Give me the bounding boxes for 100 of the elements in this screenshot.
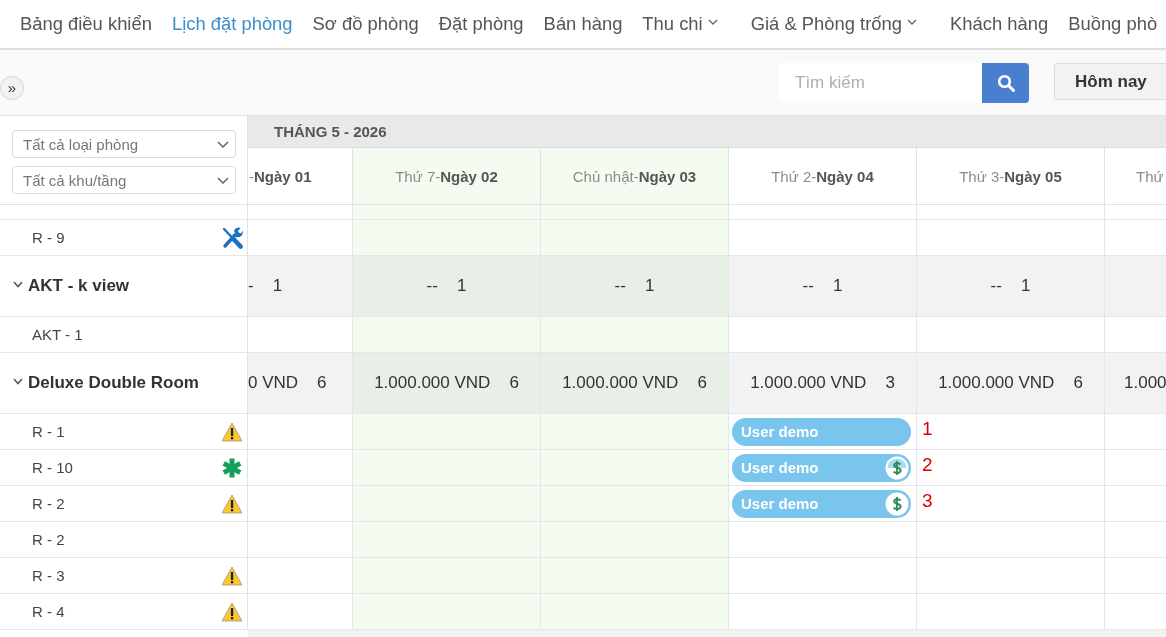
caret-icon (217, 140, 229, 148)
calendar-cell[interactable] (729, 558, 917, 593)
calendar-cell[interactable] (917, 220, 1105, 255)
nav-tab[interactable]: Bảng điều khiển (14, 0, 158, 48)
calendar-cell[interactable] (248, 205, 353, 219)
dollar-icon (885, 455, 909, 480)
calendar-cell[interactable] (1105, 558, 1166, 593)
search-field[interactable]: Tìm kiếm (779, 63, 982, 103)
calendar-cell[interactable] (541, 317, 729, 352)
nav-tab[interactable]: Thu chi (636, 0, 737, 48)
warning-icon (221, 493, 243, 514)
room-count: 1 (272, 276, 283, 296)
calendar-cell[interactable] (1105, 414, 1166, 449)
calendar-cell[interactable] (248, 317, 353, 352)
room-type-name: AKT - k view (28, 276, 130, 296)
today-button[interactable]: Hôm nay (1054, 63, 1166, 100)
price-text: -- (802, 276, 814, 296)
calendar-cell[interactable] (917, 205, 1105, 219)
calendar-cell[interactable] (248, 486, 353, 521)
warning-icon (221, 565, 243, 586)
room-name: R - 10 (32, 459, 73, 476)
dollar-icon (885, 491, 909, 516)
calendar-cell[interactable] (1105, 220, 1166, 255)
price-text: - (248, 276, 254, 296)
calendar-cell[interactable] (541, 450, 729, 485)
calendar-cell[interactable] (541, 594, 729, 629)
calendar-cell[interactable] (353, 558, 541, 593)
room-count: 1 (456, 276, 467, 296)
nav-tab[interactable]: Bán hàng (537, 0, 629, 48)
nav-tab[interactable]: Khách hàng (944, 0, 1055, 48)
price-text: 0 VND (248, 373, 299, 393)
calendar-cell[interactable] (353, 522, 541, 557)
nav-tab[interactable]: Giá & Phòng trống (744, 0, 936, 48)
calendar-cell[interactable] (729, 220, 917, 255)
search-icon (996, 74, 1015, 92)
calendar-cell[interactable] (248, 450, 353, 485)
calendar-cell[interactable] (248, 414, 353, 449)
calendar-cell[interactable] (541, 486, 729, 521)
room-name: R - 1 (32, 423, 65, 440)
calendar-cell[interactable] (1105, 486, 1166, 521)
room-count: 6 (697, 373, 707, 393)
calendar-cell[interactable] (917, 558, 1105, 593)
calendar-cell[interactable] (541, 414, 729, 449)
calendar-cell[interactable] (353, 450, 541, 485)
day-header: Chủ nhật-Ngày 03 (541, 148, 729, 204)
calendar-cell[interactable] (917, 522, 1105, 557)
calendar-cell[interactable] (729, 594, 917, 629)
nav-tab[interactable]: Đặt phòng (432, 0, 530, 48)
wrench-screwdriver-icon (221, 225, 243, 250)
calendar-cell[interactable] (541, 205, 729, 219)
filter-select[interactable]: Tất cả loại phòng (12, 130, 236, 158)
price-text: 1.000.000 VND (938, 373, 1055, 393)
calendar-cell[interactable] (1105, 522, 1166, 557)
filter-select[interactable]: Tất cả khu/tầng (12, 166, 236, 194)
calendar-cell[interactable] (1105, 205, 1166, 219)
calendar-cell[interactable] (917, 486, 1105, 521)
calendar-cell[interactable] (353, 317, 541, 352)
calendar-cell[interactable] (541, 522, 729, 557)
room-count: 6 (1073, 373, 1083, 393)
price-text: -- (990, 276, 1002, 296)
caret-icon (217, 176, 229, 184)
nav-tab[interactable]: Sơ đồ phòng (306, 0, 425, 48)
calendar-cell[interactable] (729, 317, 917, 352)
calendar-cell[interactable] (917, 414, 1105, 449)
room-name: R - 4 (32, 603, 65, 620)
asterisk-icon (221, 456, 243, 479)
calendar-cell[interactable] (353, 414, 541, 449)
room-count: 1 (644, 276, 655, 296)
calendar-cell[interactable] (248, 594, 353, 629)
calendar-cell[interactable] (729, 205, 917, 219)
search-button[interactable] (982, 63, 1029, 103)
day-header: Thứ 7-Ngày 02 (353, 148, 541, 204)
calendar-cell[interactable] (541, 220, 729, 255)
room-type-name: Deluxe Double Room (28, 373, 199, 393)
calendar-cell[interactable] (353, 594, 541, 629)
calendar-cell[interactable] (917, 450, 1105, 485)
calendar-cell[interactable] (917, 317, 1105, 352)
calendar-cell[interactable] (541, 558, 729, 593)
price-text: -- (426, 276, 438, 296)
calendar-cell[interactable] (1105, 450, 1166, 485)
price-text: -- (614, 276, 626, 296)
room-name: R - 9 (32, 229, 65, 246)
expand-panel-button[interactable]: » (0, 76, 24, 100)
nav-tab[interactable]: Buồng phò (1062, 0, 1164, 48)
calendar-cell[interactable] (248, 558, 353, 593)
calendar-cell[interactable] (1105, 594, 1166, 629)
calendar-cell[interactable] (248, 522, 353, 557)
calendar-cell[interactable] (353, 205, 541, 219)
room-count: 3 (885, 373, 895, 393)
calendar-cell[interactable] (353, 220, 541, 255)
calendar-cell[interactable] (353, 486, 541, 521)
room-name: AKT - 1 (32, 326, 83, 343)
calendar-cell[interactable] (248, 220, 353, 255)
price-text: 1.000.000 VND (562, 373, 679, 393)
annotation-number: 2 (922, 455, 933, 475)
price-text: 1.000.000 VND (750, 373, 867, 393)
room-count: 6 (317, 373, 327, 393)
calendar-cell[interactable] (1105, 317, 1166, 352)
calendar-cell[interactable] (729, 522, 917, 557)
calendar-cell[interactable] (917, 594, 1105, 629)
